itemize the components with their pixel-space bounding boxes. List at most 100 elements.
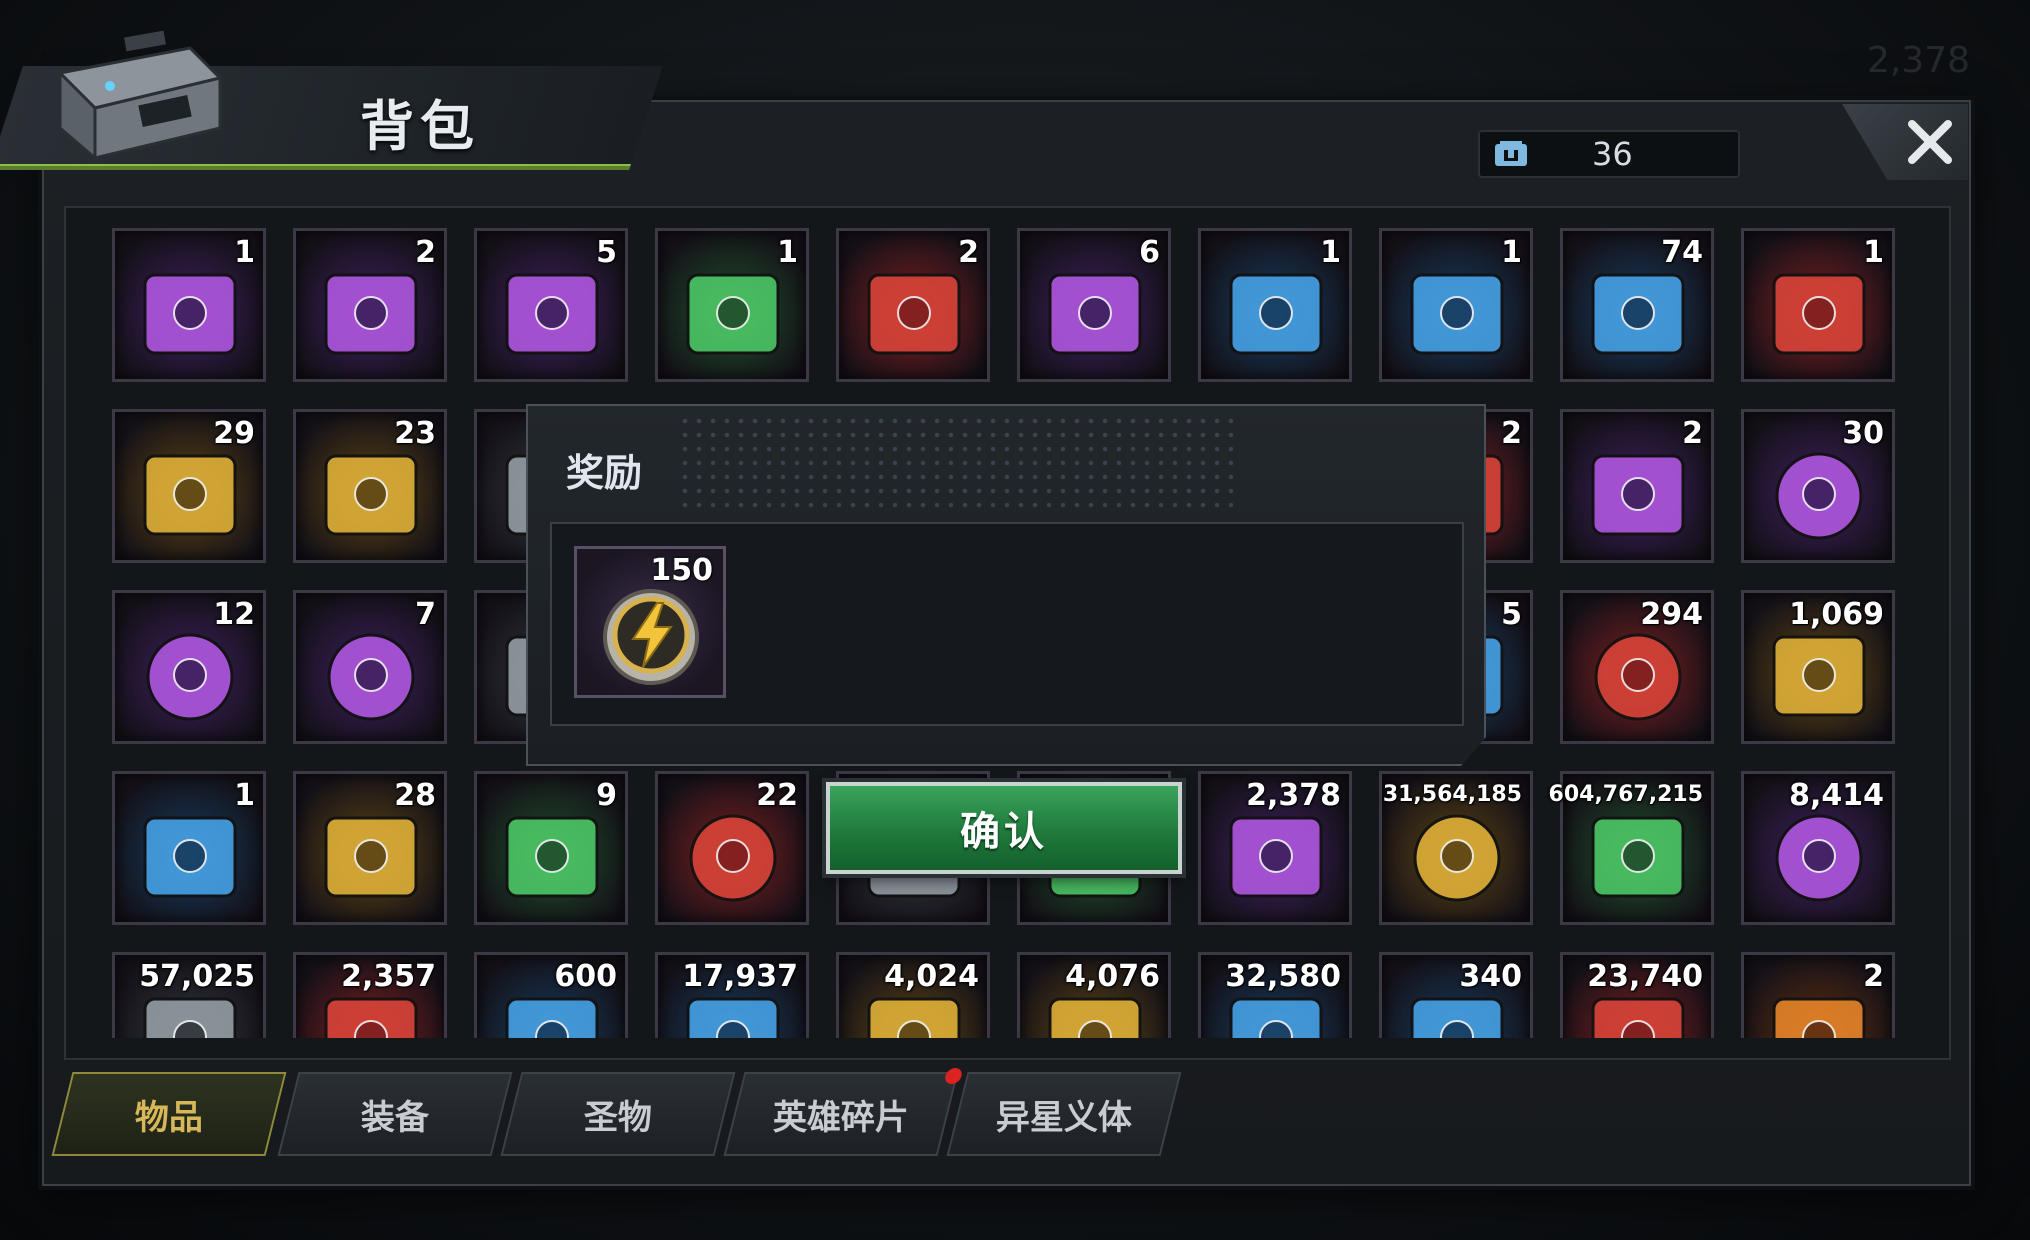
item-count: 1 bbox=[1863, 235, 1884, 270]
item-count: 6 bbox=[1139, 235, 1160, 270]
item-count: 5 bbox=[596, 235, 617, 270]
item-count: 2 bbox=[1501, 416, 1522, 451]
item-count: 29 bbox=[213, 416, 255, 451]
reward-item-slot[interactable]: 150 bbox=[574, 546, 726, 698]
inventory-slot[interactable]: 2 bbox=[836, 228, 990, 382]
item-count: 74 bbox=[1661, 235, 1703, 270]
confirm-button[interactable]: 确认 bbox=[826, 782, 1182, 874]
inventory-slot[interactable]: 2 bbox=[293, 228, 447, 382]
item-count: 2,357 bbox=[341, 959, 436, 994]
item-count: 31,564,185 bbox=[1382, 782, 1522, 807]
tab-label: 物品 bbox=[135, 1097, 203, 1138]
item-count: 23 bbox=[394, 416, 436, 451]
item-count: 600 bbox=[554, 959, 617, 994]
inventory-slot[interactable]: 12 bbox=[112, 590, 266, 744]
tab-equipment[interactable]: 装备 bbox=[277, 1072, 513, 1156]
tab-hero-shards[interactable]: 英雄碎片 bbox=[723, 1068, 964, 1156]
item-count: 4,024 bbox=[884, 959, 979, 994]
inventory-slot[interactable]: 2 bbox=[1560, 409, 1714, 563]
inventory-slot[interactable]: 57,025 bbox=[112, 952, 266, 1038]
inventory-slot[interactable]: 6 bbox=[1017, 228, 1171, 382]
close-icon bbox=[1908, 120, 1952, 164]
capacity-indicator: 36 bbox=[1478, 130, 1740, 178]
item-count: 5 bbox=[1501, 597, 1522, 632]
item-count: 1 bbox=[777, 235, 798, 270]
inventory-slot[interactable]: 22 bbox=[655, 771, 809, 925]
inventory-slot[interactable]: 29 bbox=[112, 409, 266, 563]
backpack-capacity-icon bbox=[1495, 141, 1527, 166]
inventory-slot[interactable]: 340 bbox=[1379, 952, 1533, 1038]
inventory-slot[interactable]: 17,937 bbox=[655, 952, 809, 1038]
inventory-slot[interactable]: 74 bbox=[1560, 228, 1714, 382]
inventory-slot[interactable]: 1,069 bbox=[1741, 590, 1895, 744]
item-count: 604,767,215 bbox=[1548, 782, 1703, 807]
item-count: 294 bbox=[1640, 597, 1703, 632]
dialog-title: 奖励 bbox=[566, 451, 643, 495]
panel-title: 背包 bbox=[360, 95, 480, 158]
reward-dialog: 奖励 150 bbox=[526, 404, 1486, 766]
inventory-slot[interactable]: 31,564,185 bbox=[1379, 771, 1533, 925]
energy-battery-icon bbox=[1591, 816, 1685, 898]
inventory-slot[interactable]: 30 bbox=[1741, 409, 1895, 563]
tab-relics[interactable]: 圣物 bbox=[500, 1072, 736, 1156]
item-count: 7 bbox=[415, 597, 436, 632]
inventory-slot[interactable]: 7 bbox=[293, 590, 447, 744]
item-count: 57,025 bbox=[139, 959, 255, 994]
capacity-value: 36 bbox=[1592, 135, 1633, 173]
tab-label: 装备 bbox=[361, 1097, 429, 1138]
inventory-slot[interactable]: 5 bbox=[474, 228, 628, 382]
inventory-slot[interactable]: 1 bbox=[1379, 228, 1533, 382]
inventory-slot[interactable]: 4,076 bbox=[1017, 952, 1171, 1038]
inventory-slot[interactable]: 600 bbox=[474, 952, 628, 1038]
item-count: 1 bbox=[234, 778, 255, 813]
item-count: 17,937 bbox=[682, 959, 798, 994]
backpack-chest-icon bbox=[40, 28, 230, 168]
inventory-tabs: 物品 装备 圣物 英雄碎片 异星义体 bbox=[51, 1068, 1212, 1158]
inventory-slot[interactable]: 1 bbox=[112, 228, 266, 382]
item-count: 1 bbox=[1320, 235, 1341, 270]
item-count: 1 bbox=[1501, 235, 1522, 270]
reward-count: 150 bbox=[650, 553, 713, 588]
tab-label: 异星义体 bbox=[996, 1097, 1132, 1138]
inventory-slot[interactable]: 4,024 bbox=[836, 952, 990, 1038]
item-count: 2 bbox=[1863, 959, 1884, 994]
item-count: 9 bbox=[596, 778, 617, 813]
background-resource-readout: 2,378 bbox=[1866, 40, 1970, 81]
inventory-slot[interactable]: 32,580 bbox=[1198, 952, 1352, 1038]
inventory-slot[interactable]: 28 bbox=[293, 771, 447, 925]
item-count: 32,580 bbox=[1225, 959, 1341, 994]
reward-list: 150 bbox=[550, 522, 1464, 726]
inventory-slot[interactable]: 23,740 bbox=[1560, 952, 1714, 1038]
item-count: 8,414 bbox=[1789, 778, 1884, 813]
item-count: 23,740 bbox=[1587, 959, 1703, 994]
tab-label: 圣物 bbox=[584, 1097, 652, 1138]
inventory-slot[interactable]: 1 bbox=[112, 771, 266, 925]
inventory-slot[interactable]: 2,357 bbox=[293, 952, 447, 1038]
confirm-label: 确认 bbox=[960, 809, 1048, 855]
item-count: 30 bbox=[1842, 416, 1884, 451]
dialog-header-pattern bbox=[678, 414, 1238, 510]
inventory-slot[interactable]: 1 bbox=[1198, 228, 1352, 382]
inventory-slot[interactable]: 294 bbox=[1560, 590, 1714, 744]
item-count: 12 bbox=[213, 597, 255, 632]
tab-label: 英雄碎片 bbox=[773, 1097, 909, 1138]
item-count: 28 bbox=[394, 778, 436, 813]
inventory-slot[interactable]: 604,767,215 bbox=[1549, 771, 1714, 925]
item-count: 1,069 bbox=[1789, 597, 1884, 632]
gold-coins-icon bbox=[1413, 814, 1501, 902]
item-count: 2 bbox=[415, 235, 436, 270]
inventory-slot[interactable]: 1 bbox=[1741, 228, 1895, 382]
item-count: 2 bbox=[1682, 416, 1703, 451]
tab-alien-implants[interactable]: 异星义体 bbox=[946, 1072, 1182, 1156]
inventory-slot[interactable]: 1 bbox=[655, 228, 809, 382]
item-count: 4,076 bbox=[1065, 959, 1160, 994]
tab-items[interactable]: 物品 bbox=[51, 1072, 287, 1156]
item-count: 22 bbox=[756, 778, 798, 813]
item-count: 340 bbox=[1459, 959, 1522, 994]
inventory-slot[interactable]: 8,414 bbox=[1741, 771, 1895, 925]
inventory-slot[interactable]: 2 bbox=[1741, 952, 1895, 1038]
inventory-slot[interactable]: 23 bbox=[293, 409, 447, 563]
lightning-coin-icon bbox=[603, 589, 699, 685]
inventory-slot[interactable]: 9 bbox=[474, 771, 628, 925]
inventory-slot[interactable]: 2,378 bbox=[1198, 771, 1352, 925]
